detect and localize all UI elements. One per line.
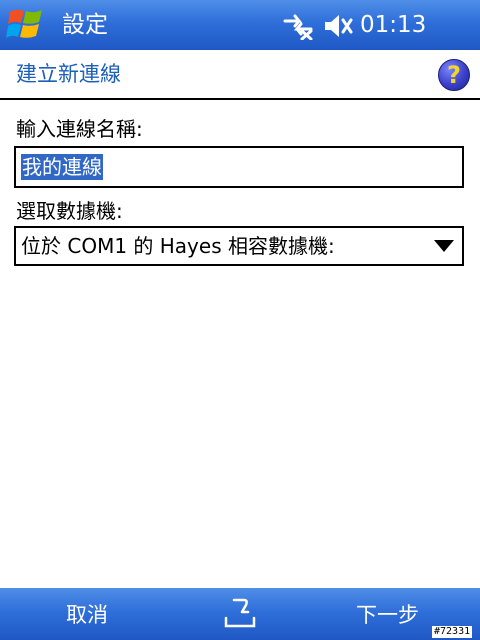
page-header: 建立新連線 ? <box>0 50 480 100</box>
connection-name-input[interactable]: 我的連線 <box>14 146 464 188</box>
volume-muted-icon[interactable] <box>322 12 354 40</box>
help-icon[interactable]: ? <box>438 59 470 91</box>
window-title: 設定 <box>62 12 108 38</box>
soft-key-bar: 取消 下一步 <box>0 588 480 640</box>
image-watermark: #72331 <box>432 626 473 638</box>
windows-start-icon[interactable] <box>6 6 46 44</box>
help-icon-label: ? <box>447 61 461 89</box>
connection-name-value: 我的連線 <box>21 154 103 180</box>
connection-name-label: 輸入連線名稱: <box>16 117 143 141</box>
chevron-down-icon[interactable] <box>434 240 454 252</box>
cancel-button[interactable]: 取消 <box>66 601 108 629</box>
page-title: 建立新連線 <box>16 62 121 86</box>
modem-selected-value: 位於 COM1 的 Hayes 相容數據機: <box>21 234 335 258</box>
input-panel-icon[interactable] <box>222 596 258 630</box>
next-button[interactable]: 下一步 <box>356 601 419 629</box>
title-bar: 設定 01:13 <box>0 0 480 50</box>
modem-label: 選取數據機: <box>16 199 123 223</box>
clock[interactable]: 01:13 <box>360 10 426 40</box>
modem-select[interactable]: 位於 COM1 的 Hayes 相容數據機: <box>14 226 464 266</box>
connectivity-icon[interactable] <box>282 12 314 40</box>
